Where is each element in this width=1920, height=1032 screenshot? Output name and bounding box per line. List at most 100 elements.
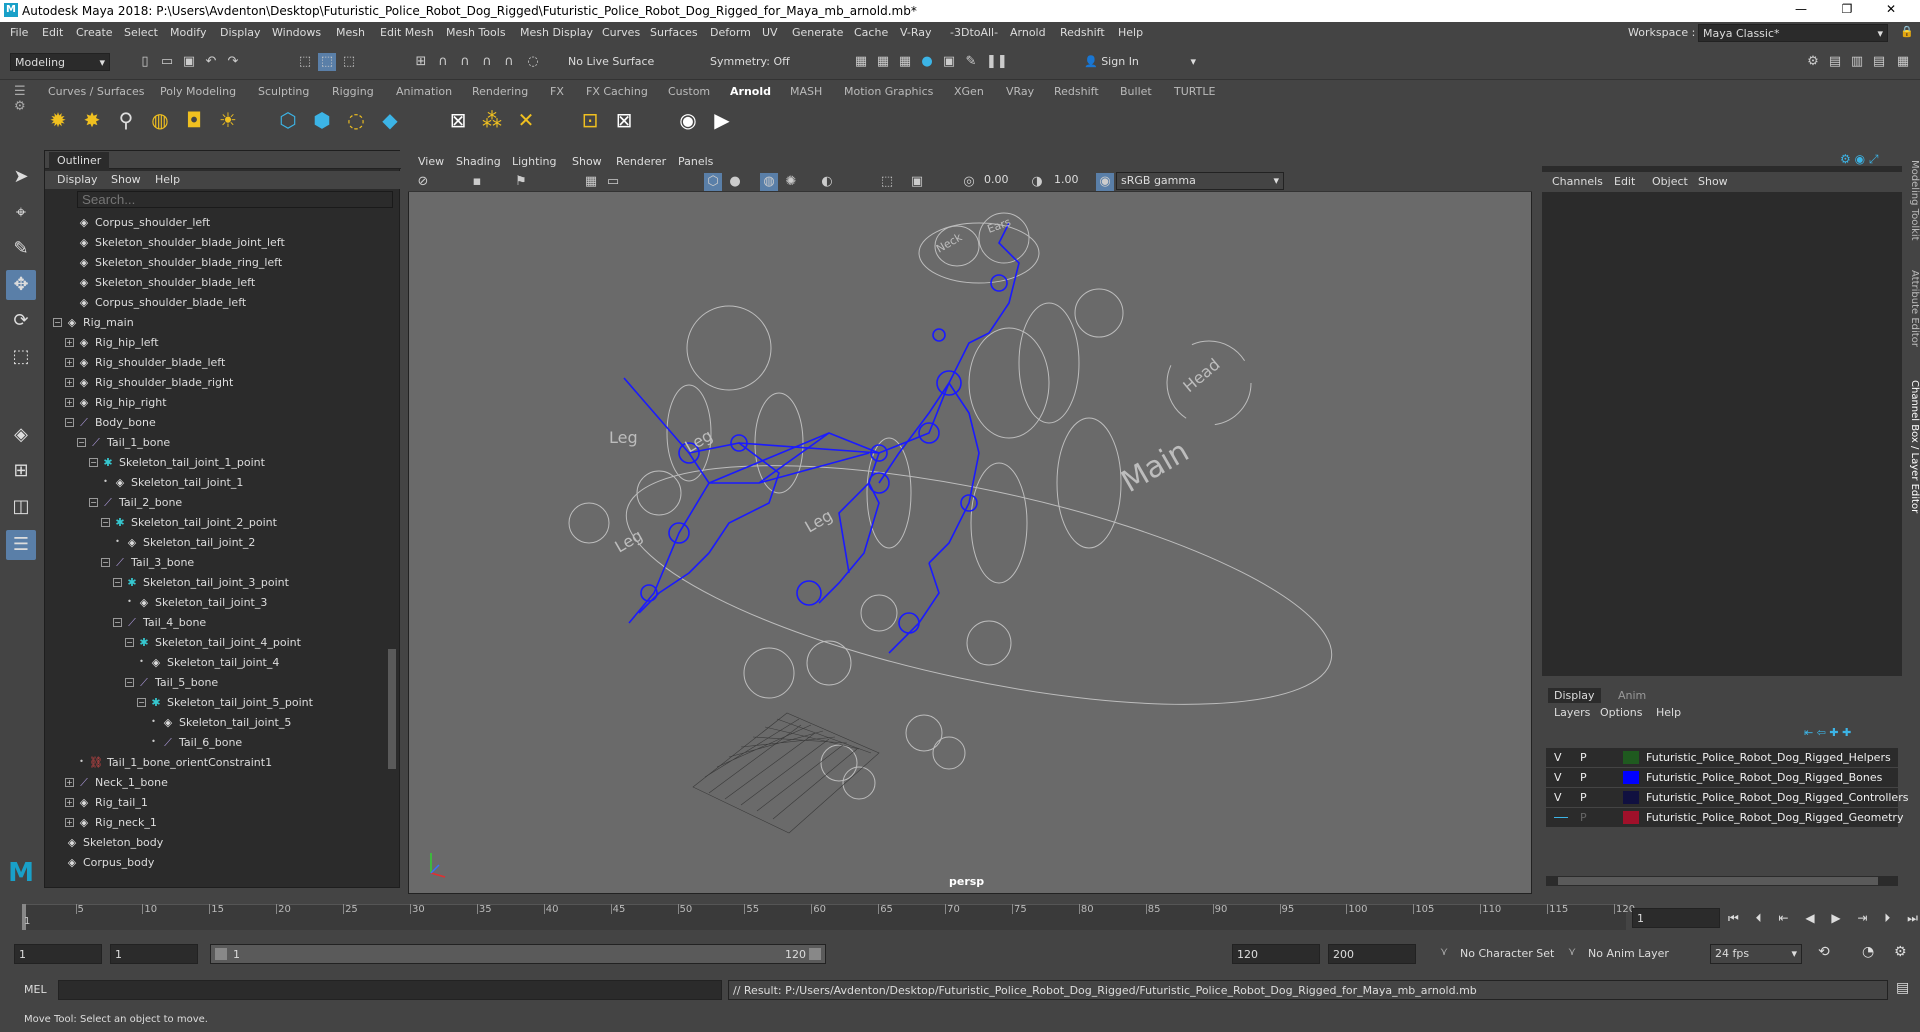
menu-display[interactable]: Display [220,26,261,39]
render-settings-shelf-icon[interactable]: ⊡ [576,106,604,134]
menu-3dtoall[interactable]: -3DtoAll- [950,26,998,39]
select-tool-icon[interactable]: ➤ [6,162,36,192]
outliner-item[interactable]: ✱ Skeleton_tail_joint_4_point [137,633,301,653]
collapse-icon[interactable]: − [125,678,134,687]
layer-row[interactable]: V P Futuristic_Police_Robot_Dog_Rigged_Con… [1546,788,1908,807]
viewport-menu-lighting[interactable]: Lighting [512,155,556,168]
fps-dropdown[interactable]: 24 fps ▾ [1710,944,1802,964]
standin-icon[interactable]: ⬡ [274,106,302,134]
snap-surface-icon[interactable]: ∩ [500,53,518,71]
color-space-dropdown[interactable]: sRGB gamma ▾ [1116,172,1284,190]
film-gate-icon[interactable]: ▭ [604,173,622,191]
outliner-item[interactable]: ◈ Corpus_shoulder_blade_left [77,293,246,313]
skydome-light-icon[interactable]: ◍ [146,106,174,134]
rotate-tool-icon[interactable]: ⟳ [6,306,36,336]
range-start-handle[interactable] [215,948,227,960]
menu-file[interactable]: File [10,26,28,39]
channel-box-menu-edit[interactable]: Edit [1614,175,1635,188]
outliner-item[interactable]: ⟋ Neck_1_bone [77,773,168,793]
menu-windows[interactable]: Windows [272,26,321,39]
outliner-item[interactable]: ✱ Skeleton_tail_joint_2_point [113,513,277,533]
play-backward-icon[interactable]: ◀ [1805,911,1814,925]
select-component-icon[interactable]: ⬚ [340,53,358,71]
menu-mesh[interactable]: Mesh [336,26,365,39]
shelf-tab-rigging[interactable]: Rigging [332,85,374,98]
workspace-dropdown[interactable]: Maya Classic* ▾ [1698,24,1888,42]
layer-menu-options[interactable]: Options [1600,706,1642,719]
outliner-item[interactable]: ◈ Rig_shoulder_blade_left [77,353,226,373]
layer-color-swatch[interactable] [1623,791,1639,804]
layer-scrollbar[interactable] [1546,876,1898,886]
side-tab-attribute-editor[interactable]: Attribute Editor [1904,270,1920,347]
menu-select[interactable]: Select [124,26,158,39]
collapse-icon[interactable]: − [101,558,110,567]
current-frame-field[interactable]: 1 [1632,908,1720,928]
hypershade-icon[interactable]: ▣ [940,53,958,71]
next-key-icon[interactable]: ⇥ [1857,911,1867,925]
shelf-tab-turtle[interactable]: TURTLE [1174,85,1215,98]
layer-playback-toggle[interactable]: P [1580,791,1587,804]
layout-icon[interactable]: ▦ [1894,53,1912,71]
go-to-start-icon[interactable]: ⏮ [1728,911,1739,926]
outliner-item[interactable]: ⟋ Tail_4_bone [125,613,206,633]
live-surface-field[interactable]: No Live Surface [564,53,664,71]
script-editor-icon[interactable]: ▤ [1896,980,1909,996]
layer-tab-display[interactable]: Display [1548,688,1601,703]
symmetry-dropdown[interactable]: Symmetry: Off [706,53,806,71]
expand-icon[interactable]: + [65,358,74,367]
shelf-tab-curves-surfaces[interactable]: Curves / Surfaces [48,85,145,98]
channel-box-menu-object[interactable]: Object [1652,175,1688,188]
menu-arnold[interactable]: Arnold [1010,26,1046,39]
collapse-icon[interactable]: − [113,618,122,627]
viewport-menu-view[interactable]: View [418,155,444,168]
export-standin-icon[interactable]: ⬢ [308,106,336,134]
two-view-icon[interactable]: ◫ [6,492,36,522]
camera-select-icon[interactable]: ⊘ [414,173,432,191]
menu-cache[interactable]: Cache [854,26,888,39]
shelf-tab-vray[interactable]: VRay [1006,85,1034,98]
redo-icon[interactable]: ↷ [224,53,242,71]
pause-icon[interactable]: ❚❚ [986,53,1008,71]
outliner-item[interactable]: ◈ Rig_hip_left [77,333,159,353]
layer-visibility-toggle[interactable]: V [1554,791,1562,804]
command-language-label[interactable]: MEL [24,983,47,996]
layer-action-icons[interactable]: ⇤ ⇦ ✚ ✚ [1804,726,1894,742]
outliner-item[interactable]: ⟋ Tail_6_bone [161,733,242,753]
expand-icon[interactable]: + [65,818,74,827]
outliner-item[interactable]: ✱ Skeleton_tail_joint_3_point [125,573,289,593]
command-input[interactable] [58,980,722,1000]
time-slider[interactable]: 1 5 10 15 20 25 30 35 40 45 50 55 60 65 70 75 80 85 90 95 1… [0,900,1920,936]
undo-icon[interactable]: ↶ [202,53,220,71]
outliner-item[interactable]: ◈ Skeleton_body [65,833,164,853]
lights-icon[interactable]: ✺ [782,173,800,191]
collapse-icon[interactable]: − [53,318,62,327]
shelf-tab-animation[interactable]: Animation [396,85,452,98]
outliner-item[interactable]: ⟋ Tail_2_bone [101,493,182,513]
loop-icon[interactable]: ⟲ [1818,944,1830,960]
play-render-icon[interactable]: ▶ [708,106,736,134]
xray-icon[interactable]: ◍ [760,173,778,191]
range-slider[interactable]: 1 120 [210,944,826,964]
outliner-item[interactable]: ◈ Rig_hip_right [77,393,167,413]
gamma-field[interactable]: 1.00 [1050,172,1090,190]
layer-row[interactable]: P Futuristic_Police_Robot_Dog_Rigged_Geom… [1546,808,1903,827]
render-settings-icon[interactable]: ● [918,53,936,71]
tx-manager-icon[interactable]: ⊠ [610,106,638,134]
restore-button[interactable]: ❐ [1832,2,1862,20]
outliner-item[interactable]: ⟋ Tail_1_bone [89,433,170,453]
collapse-icon[interactable]: − [89,498,98,507]
outliner-layout-icon[interactable]: ☰ [6,530,36,560]
physical-sky-icon[interactable]: ☀ [214,106,242,134]
layer-visibility-toggle[interactable]: V [1554,771,1562,784]
layer-playback-toggle[interactable]: P [1580,751,1587,764]
mesh-light-icon[interactable]: ✸ [78,106,106,134]
channel-box-menu-channels[interactable]: Channels [1552,175,1603,188]
curvature-icon[interactable]: ⊠ [444,106,472,134]
layer-scroll-thumb[interactable] [1558,877,1878,885]
channel-box-icon[interactable]: ▤ [1870,53,1888,71]
expand-icon[interactable]: + [65,398,74,407]
shelf-tab-rendering[interactable]: Rendering [472,85,528,98]
paint-select-icon[interactable]: ✎ [6,234,36,264]
outliner-search-input[interactable] [77,191,393,208]
outliner-item[interactable]: ◈ Corpus_shoulder_left [77,213,210,233]
